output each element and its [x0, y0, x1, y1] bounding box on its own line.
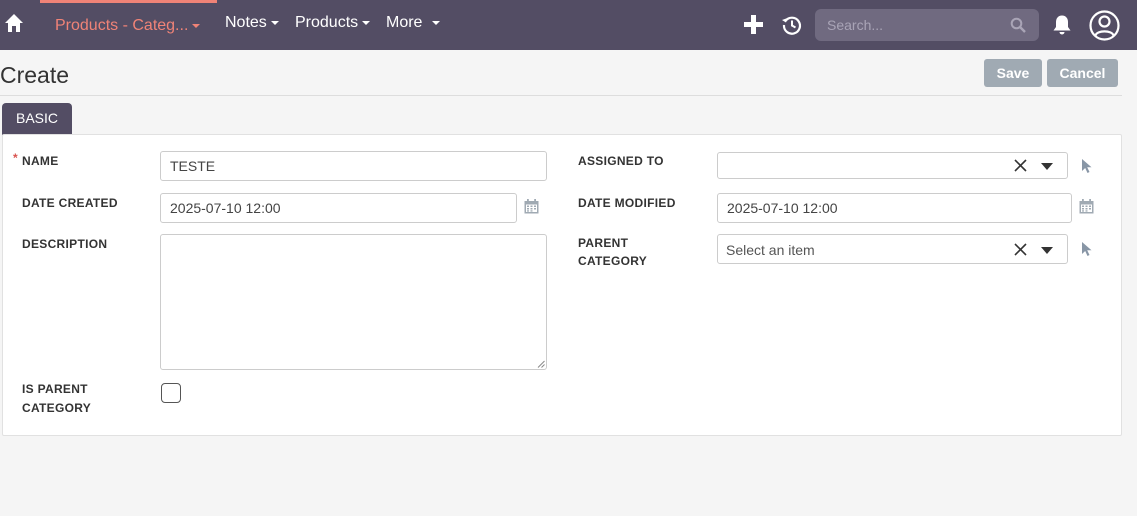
date-modified-label: DATE MODIFIED [578, 196, 676, 210]
parent-category-label-line2: CATEGORY [578, 254, 648, 268]
date-modified-field[interactable]: 2025-07-10 12:00 [717, 193, 1072, 223]
dropdown-arrow-icon[interactable] [1041, 247, 1053, 254]
name-label: * NAME [13, 151, 59, 170]
plus-icon[interactable] [743, 14, 764, 35]
parent-category-select[interactable]: Select an item [717, 234, 1068, 264]
chevron-down-icon [362, 20, 371, 25]
nav-item-notes-label: Notes [225, 14, 267, 31]
chevron-down-icon [270, 20, 279, 25]
parent-category-label: PARENT CATEGORY [578, 234, 647, 270]
nav-item-products[interactable]: Products [295, 14, 371, 32]
user-avatar-icon[interactable] [1089, 10, 1120, 41]
tab-basic[interactable]: BASIC [2, 103, 72, 135]
clear-icon[interactable] [1014, 159, 1027, 172]
resize-grip-icon[interactable] [537, 360, 545, 368]
nav-item-more[interactable]: More [386, 14, 441, 32]
parent-category-placeholder: Select an item [726, 242, 815, 258]
select-cursor-icon[interactable] [1081, 241, 1093, 257]
search-box [815, 9, 1039, 41]
parent-category-label-line1: PARENT [578, 236, 629, 250]
is-parent-category-label-line2: CATEGORY [22, 401, 92, 415]
save-button[interactable]: Save [984, 59, 1042, 87]
description-label: DESCRIPTION [22, 237, 108, 251]
description-textarea[interactable] [160, 234, 547, 370]
home-icon[interactable] [4, 13, 24, 33]
is-parent-category-label: IS PARENT CATEGORY [22, 380, 91, 417]
dropdown-arrow-icon[interactable] [1041, 163, 1053, 170]
nav-active-module-label: Products - Categ... [55, 17, 189, 34]
assigned-to-label: ASSIGNED TO [578, 154, 664, 168]
nav-active-module[interactable]: Products - Categ... [40, 0, 217, 50]
page-title: Create [0, 62, 70, 88]
name-field[interactable]: TESTE [160, 151, 547, 181]
chevron-down-icon [432, 20, 441, 25]
header-divider [0, 95, 1122, 96]
date-created-label: DATE CREATED [22, 196, 118, 210]
chevron-down-icon [192, 23, 201, 28]
date-created-field[interactable]: 2025-07-10 12:00 [160, 193, 517, 223]
form-panel: * NAME TESTE DATE CREATED 2025-07-10 12:0… [2, 134, 1122, 436]
required-marker: * [13, 151, 18, 165]
history-icon[interactable] [781, 14, 803, 36]
top-nav: Products - Categ... Notes Products More [0, 0, 1137, 50]
nav-item-products-label: Products [295, 14, 359, 31]
search-icon[interactable] [1010, 17, 1026, 33]
search-input[interactable] [815, 9, 1005, 41]
bell-icon[interactable] [1052, 14, 1072, 36]
name-label-text: NAME [22, 154, 59, 168]
nav-item-notes[interactable]: Notes [225, 14, 279, 32]
calendar-icon[interactable] [1079, 199, 1094, 214]
select-cursor-icon[interactable] [1081, 158, 1093, 174]
cancel-button[interactable]: Cancel [1047, 59, 1118, 87]
clear-icon[interactable] [1014, 243, 1027, 256]
nav-item-more-label: More [386, 14, 423, 31]
calendar-icon[interactable] [524, 199, 539, 214]
assigned-to-select[interactable] [717, 152, 1068, 179]
is-parent-category-label-line1: IS PARENT [22, 382, 88, 396]
is-parent-category-checkbox[interactable] [161, 383, 181, 403]
